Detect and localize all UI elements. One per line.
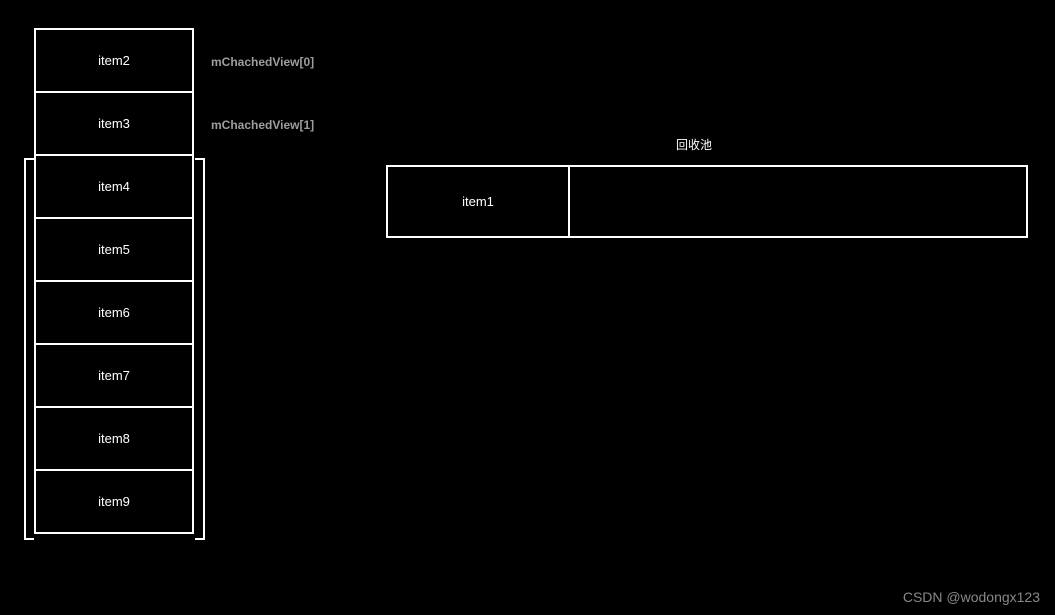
pool-item: item1 xyxy=(388,167,570,236)
bracket-right xyxy=(195,158,205,540)
item-list: item2 item3 item4 item5 item6 item7 item… xyxy=(34,28,194,534)
list-item: item9 xyxy=(34,469,194,534)
watermark: CSDN @wodongx123 xyxy=(903,589,1040,605)
list-item: item2 xyxy=(34,28,194,93)
list-item: item5 xyxy=(34,217,194,282)
list-item: item8 xyxy=(34,406,194,471)
list-item: item6 xyxy=(34,280,194,345)
cached-view-label-0: mChachedView[0] xyxy=(211,55,314,69)
list-item: item4 xyxy=(34,154,194,219)
bracket-left xyxy=(24,158,34,540)
list-item: item7 xyxy=(34,343,194,408)
cached-view-label-1: mChachedView[1] xyxy=(211,118,314,132)
list-item: item3 xyxy=(34,91,194,156)
recycle-pool-title: 回收池 xyxy=(676,136,712,153)
recycle-pool: item1 xyxy=(386,165,1028,238)
